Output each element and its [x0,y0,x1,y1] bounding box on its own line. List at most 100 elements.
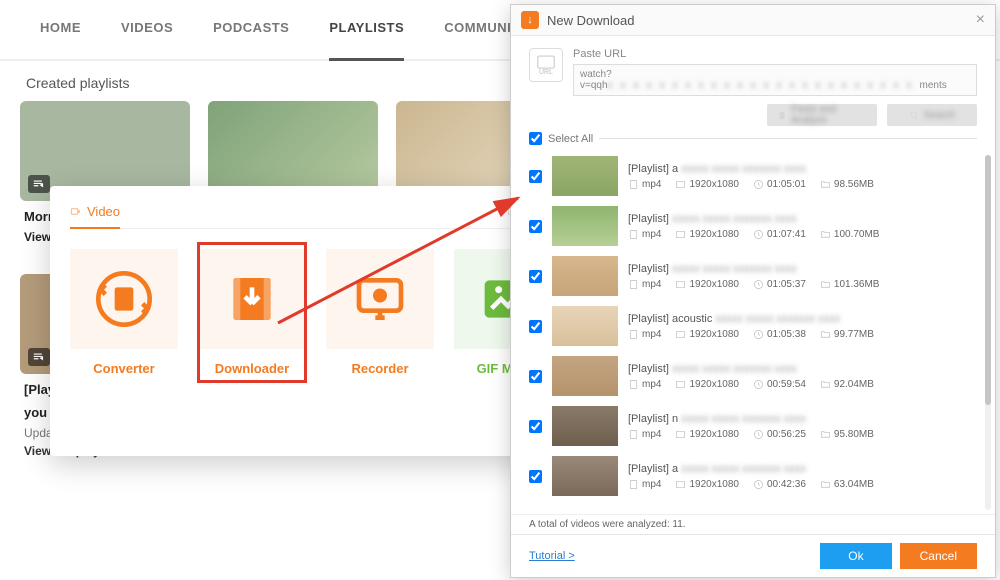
item-format: mp4 [628,279,661,290]
cancel-button[interactable]: Cancel [900,543,977,569]
list-item[interactable]: [Playlist] a xxxxx xxxxx xxxxxxx xxxx mp… [529,151,981,201]
tool-converter-label: Converter [70,361,178,376]
clock-icon [753,179,764,190]
item-title: [Playlist] xxxxx xxxxx xxxxxxx xxxx [628,363,981,375]
folder-icon [820,179,831,190]
clock-icon [753,229,764,240]
converter-icon [70,249,178,349]
paste-url-label: Paste URL [573,48,977,60]
file-icon [628,279,639,290]
item-title: [Playlist] n xxxxx xxxxx xxxxxxx xxxx [628,413,981,425]
paste-analyze-button[interactable]: Paste and Analyze [767,104,877,126]
clock-icon [753,279,764,290]
ptab-video-label: Video [87,204,120,219]
status-text: A total of videos were analyzed: 11. [511,514,995,534]
tool-recorder-label: Recorder [326,361,434,376]
item-checkbox[interactable] [529,170,542,183]
resolution-icon [675,329,686,340]
item-duration: 00:42:36 [753,479,806,490]
item-resolution: 1920x1080 [675,229,739,240]
item-meta: [Playlist] a xxxxx xxxxx xxxxxxx xxxx mp… [628,163,981,190]
item-thumb [552,456,618,496]
tab-playlists[interactable]: PLAYLISTS [329,20,404,61]
app-icon: ↓ [521,11,539,29]
item-resolution: 1920x1080 [675,429,739,440]
item-checkbox[interactable] [529,320,542,333]
item-size: 92.04MB [820,379,874,390]
item-resolution: 1920x1080 [675,329,739,340]
list-item[interactable]: [Playlist] xxxxx xxxxx xxxxxxx xxxx mp4 … [529,201,981,251]
list-item[interactable]: [Playlist] acoustic xxxxx xxxxx xxxxxxx … [529,301,981,351]
recorder-icon [326,249,434,349]
item-thumb [552,406,618,446]
search-button[interactable]: Search [887,104,977,126]
resolution-icon [675,179,686,190]
folder-icon [820,379,831,390]
dialog-title: New Download [547,13,634,28]
item-meta: [Playlist] a xxxxx xxxxx xxxxxxx xxxx mp… [628,463,981,490]
item-title: [Playlist] a xxxxx xxxxx xxxxxxx xxxx [628,163,981,175]
item-checkbox[interactable] [529,270,542,283]
item-format: mp4 [628,479,661,490]
item-format: mp4 [628,179,661,190]
item-size: 95.80MB [820,429,874,440]
video-icon [70,206,81,217]
item-meta: [Playlist] xxxxx xxxxx xxxxxxx xxxx mp4 … [628,263,981,290]
file-icon [628,229,639,240]
file-icon [628,379,639,390]
item-duration: 01:05:38 [753,329,806,340]
tool-converter[interactable]: Converter [70,249,178,382]
item-thumb [552,156,618,196]
url-icon: URL [529,48,563,82]
item-duration: 00:56:25 [753,429,806,440]
list-item[interactable]: [Playlist] xxxxx xxxxx xxxxxxx xxxx mp4 … [529,251,981,301]
item-thumb [552,306,618,346]
item-resolution: 1920x1080 [675,179,739,190]
tool-recorder[interactable]: Recorder [326,249,434,382]
resolution-icon [675,229,686,240]
select-all-checkbox[interactable] [529,132,542,145]
item-meta: [Playlist] n xxxxx xxxxx xxxxxxx xxxx mp… [628,413,981,440]
resolution-icon [675,379,686,390]
scrollbar[interactable] [985,155,991,510]
item-duration: 01:07:41 [753,229,806,240]
item-checkbox[interactable] [529,420,542,433]
folder-icon [820,279,831,290]
dialog-footer: Tutorial > Ok Cancel [511,534,995,577]
item-title: [Playlist] xxxxx xxxxx xxxxxxx xxxx [628,263,981,275]
popup-tabs: Video Image [70,204,560,229]
item-duration: 01:05:37 [753,279,806,290]
item-format: mp4 [628,429,661,440]
tools-grid: Converter Downloader Recorder GIF Maker [70,249,560,382]
tab-home[interactable]: HOME [40,20,81,45]
list-item[interactable]: [Playlist] a xxxxx xxxxx xxxxxxx xxxx mp… [529,451,981,501]
item-checkbox[interactable] [529,370,542,383]
item-checkbox[interactable] [529,220,542,233]
item-resolution: 1920x1080 [675,279,739,290]
item-size: 101.36MB [820,279,880,290]
folder-icon [820,329,831,340]
tab-videos[interactable]: VIDEOS [121,20,173,45]
select-all-label: Select All [548,133,593,145]
url-input[interactable]: watch?v=qqhxxxxxxxxxxxxxxxxxxxxxxxxments [573,64,977,96]
item-thumb [552,256,618,296]
download-list: [Playlist] a xxxxx xxxxx xxxxxxx xxxx mp… [511,151,995,514]
clock-icon [753,329,764,340]
tutorial-link[interactable]: Tutorial > [529,550,575,562]
clock-icon [753,379,764,390]
ok-button[interactable]: Ok [820,543,891,569]
list-item[interactable]: [Playlist] n xxxxx xxxxx xxxxxxx xxxx mp… [529,401,981,451]
item-title: [Playlist] xxxxx xxxxx xxxxxxx xxxx [628,213,981,225]
dialog-titlebar: ↓ New Download × [511,5,995,36]
tool-downloader[interactable]: Downloader [198,243,306,382]
item-checkbox[interactable] [529,470,542,483]
playlist-icon [28,348,50,366]
list-item[interactable]: [Playlist] xxxxx xxxxx xxxxxxx xxxx mp4 … [529,351,981,401]
ptab-video[interactable]: Video [70,204,120,229]
close-icon[interactable]: × [976,11,985,29]
tab-podcasts[interactable]: PODCASTS [213,20,289,45]
item-title: [Playlist] a xxxxx xxxxx xxxxxxx xxxx [628,463,981,475]
file-icon [628,329,639,340]
folder-icon [820,429,831,440]
new-download-dialog: ↓ New Download × URL Paste URL watch?v=q… [510,4,996,578]
